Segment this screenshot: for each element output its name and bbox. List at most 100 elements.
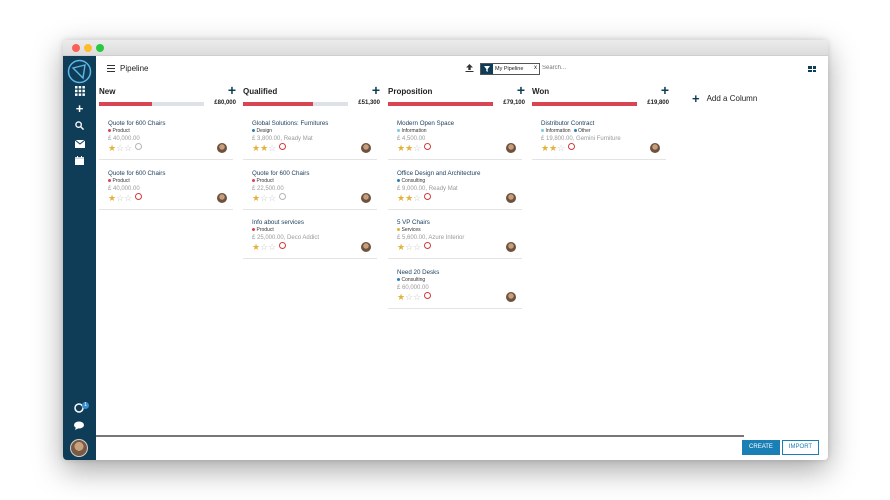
kanban-card[interactable]: Quote for 600 Chairs Product £ 40,000.00 ★☆…: [99, 116, 233, 160]
activity-clock-icon[interactable]: [424, 291, 432, 299]
star-empty-icon[interactable]: ☆: [116, 193, 124, 203]
tag-label: Product: [256, 227, 274, 233]
create-button[interactable]: CREATE: [742, 440, 780, 455]
star-empty-icon[interactable]: ☆: [557, 143, 565, 153]
maximize-window-button[interactable]: [96, 44, 104, 52]
apps-grid-icon[interactable]: [63, 86, 96, 100]
calendar-icon[interactable]: [63, 155, 96, 169]
tag-label: Product: [256, 177, 274, 184]
kanban-card[interactable]: Office Design and Architecture Consulting…: [388, 166, 522, 210]
search-facet[interactable]: My Pipeline x: [480, 63, 540, 75]
column-title[interactable]: New: [99, 87, 115, 96]
star-filled-icon[interactable]: ★: [108, 193, 116, 203]
star-filled-icon[interactable]: ★: [397, 193, 405, 203]
remove-filter-icon[interactable]: x: [534, 65, 537, 71]
kanban-card[interactable]: Quote for 600 Chairs Product £ 40,000.00 ★☆…: [99, 166, 233, 210]
priority-stars[interactable]: ★★☆: [541, 143, 576, 153]
tag-label: Services: [401, 227, 421, 233]
activity-clock-icon[interactable]: [424, 143, 432, 150]
priority-stars[interactable]: ★☆☆: [108, 143, 143, 153]
priority-stars[interactable]: ★★☆: [252, 143, 287, 153]
kanban-card[interactable]: 5 VP Chairs Services £ 5,600.00, Azure Int…: [388, 215, 522, 259]
column-title[interactable]: Won: [532, 87, 549, 96]
star-filled-icon[interactable]: ★: [405, 193, 413, 203]
column-progress-bar[interactable]: [99, 102, 204, 106]
star-filled-icon[interactable]: ★: [108, 143, 116, 153]
app-logo-icon[interactable]: [67, 59, 92, 84]
tag-dot-icon: [252, 228, 255, 232]
salesperson-avatar: [506, 143, 516, 153]
kanban-card[interactable]: Distributor Contract Information Other £ 19…: [532, 116, 666, 160]
kanban-card[interactable]: Info about services Product £ 25,000.00, D…: [243, 215, 377, 259]
plus-icon[interactable]: +: [63, 102, 96, 116]
column-progress-bar[interactable]: [388, 102, 493, 106]
tag-label: Information: [545, 128, 571, 134]
import-button[interactable]: IMPORT: [782, 440, 819, 455]
tag-label: Information: [401, 128, 427, 134]
user-avatar[interactable]: [70, 439, 88, 457]
quick-create-plus-icon[interactable]: +: [517, 83, 525, 97]
mail-icon[interactable]: [63, 138, 96, 152]
star-filled-icon[interactable]: ★: [252, 242, 260, 252]
activity-clock-icon[interactable]: [135, 143, 143, 150]
priority-stars[interactable]: ★☆☆: [108, 192, 143, 203]
star-empty-icon[interactable]: ☆: [268, 242, 276, 252]
priority-stars[interactable]: ★☆☆: [397, 291, 432, 302]
quick-create-plus-icon[interactable]: +: [372, 83, 380, 97]
upload-icon[interactable]: [465, 64, 474, 74]
star-empty-icon[interactable]: ☆: [413, 143, 421, 153]
activity-clock-icon[interactable]: [135, 192, 143, 200]
star-empty-icon[interactable]: ☆: [124, 193, 132, 203]
kanban-card[interactable]: Modern Open Space Information £ 4,500.00 ★★…: [388, 116, 522, 160]
star-filled-icon[interactable]: ★: [549, 143, 557, 153]
star-filled-icon[interactable]: ★: [405, 143, 413, 153]
activity-clock-icon[interactable]: [279, 192, 287, 200]
star-filled-icon[interactable]: ★: [397, 143, 405, 153]
activity-clock-icon[interactable]: [279, 143, 287, 150]
menu-icon[interactable]: [107, 65, 115, 72]
activity-clock-icon[interactable]: [424, 242, 432, 249]
priority-stars[interactable]: ★☆☆: [252, 192, 287, 203]
chat-icon[interactable]: [63, 420, 96, 434]
kanban-card[interactable]: Need 20 Desks Consulting £ 60,000.00 ★☆☆: [388, 265, 522, 309]
star-filled-icon[interactable]: ★: [252, 193, 260, 203]
activity-clock-icon[interactable]: [424, 192, 432, 200]
star-empty-icon[interactable]: ☆: [413, 242, 421, 252]
activity-clock-icon[interactable]: [568, 143, 576, 150]
star-empty-icon[interactable]: ☆: [268, 143, 276, 153]
star-empty-icon[interactable]: ☆: [405, 292, 413, 302]
kanban-view-icon[interactable]: [808, 66, 816, 72]
star-empty-icon[interactable]: ☆: [124, 143, 132, 153]
star-filled-icon[interactable]: ★: [397, 242, 405, 252]
column-title[interactable]: Proposition: [388, 87, 432, 96]
star-filled-icon[interactable]: ★: [397, 292, 405, 302]
search-icon[interactable]: [63, 120, 96, 134]
star-empty-icon[interactable]: ☆: [413, 193, 421, 203]
priority-stars[interactable]: ★☆☆: [397, 242, 432, 252]
quick-create-plus-icon[interactable]: +: [661, 83, 669, 97]
column-title[interactable]: Qualified: [243, 87, 277, 96]
activity-icon[interactable]: [63, 403, 96, 417]
priority-stars[interactable]: ★★☆: [397, 192, 432, 203]
star-filled-icon[interactable]: ★: [252, 143, 260, 153]
minimize-window-button[interactable]: [84, 44, 92, 52]
activity-clock-icon[interactable]: [279, 242, 287, 249]
star-empty-icon[interactable]: ☆: [413, 292, 421, 302]
column-progress-bar[interactable]: [532, 102, 637, 106]
kanban-card[interactable]: Quote for 600 Chairs Product £ 22,500.00 ★☆…: [243, 166, 377, 210]
priority-stars[interactable]: ★★☆: [397, 143, 432, 153]
priority-stars[interactable]: ★☆☆: [252, 242, 287, 252]
add-column-button[interactable]: + Add a Column: [692, 91, 757, 106]
star-empty-icon[interactable]: ☆: [260, 242, 268, 252]
close-window-button[interactable]: [72, 44, 80, 52]
star-empty-icon[interactable]: ☆: [405, 242, 413, 252]
star-empty-icon[interactable]: ☆: [116, 143, 124, 153]
search-input[interactable]: [542, 62, 652, 74]
star-empty-icon[interactable]: ☆: [268, 193, 276, 203]
column-progress-bar[interactable]: [243, 102, 348, 106]
star-filled-icon[interactable]: ★: [260, 143, 268, 153]
star-filled-icon[interactable]: ★: [541, 143, 549, 153]
star-empty-icon[interactable]: ☆: [260, 193, 268, 203]
quick-create-plus-icon[interactable]: +: [228, 83, 236, 97]
kanban-card[interactable]: Global Solutions: Furnitures Design £ 3,80…: [243, 116, 377, 160]
